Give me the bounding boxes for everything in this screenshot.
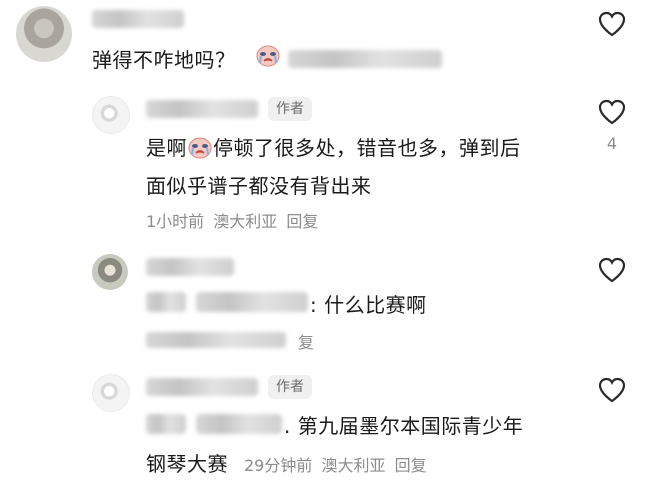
reply-button[interactable]: 复 (298, 329, 314, 353)
comment-text-prefix: 是啊 (146, 136, 187, 160)
reply-to-blurred (146, 414, 186, 434)
avatar[interactable] (16, 6, 72, 62)
comment-text-line1: . 第九届墨尔本国际青少年 (284, 414, 524, 438)
heart-outline-icon[interactable] (597, 376, 627, 404)
comment-text-line1: 是啊 停顿了很多处，错音也多，弹到后 (146, 132, 521, 161)
heart-outline-icon[interactable] (597, 98, 627, 126)
avatar[interactable] (92, 374, 130, 412)
location: 澳大利亚 (213, 212, 278, 231)
comment-text-line2: 钢琴大赛 (146, 452, 228, 476)
username-blurred[interactable] (146, 100, 258, 118)
comment-meta: 29分钟前 澳大利亚 回复 (244, 452, 427, 476)
comment-colon: : (310, 293, 325, 317)
comment-text: : 什么比赛啊 (310, 289, 427, 318)
crying-face-emoji-icon (256, 45, 280, 67)
comment-text-content: 什么比赛啊 (324, 293, 427, 317)
reply-to-blurred (146, 292, 186, 312)
username-blurred[interactable] (146, 378, 258, 396)
timestamp-location-blurred (288, 50, 442, 68)
comment-text-line2: 面似乎谱子都没有背出来 (146, 174, 372, 198)
avatar[interactable] (92, 254, 128, 290)
timestamp: 1小时前 (146, 212, 205, 231)
timestamp: 29分钟前 (244, 456, 313, 475)
location: 澳大利亚 (321, 456, 386, 475)
reply-target-name-blurred[interactable] (196, 292, 308, 312)
comment-text: 弹得不咋地吗？ (92, 44, 236, 73)
comment-text-rest: 停顿了很多处，错音也多，弹到后 (213, 136, 521, 160)
username-blurred[interactable] (146, 258, 234, 276)
like-count: 4 (606, 134, 618, 153)
author-badge: 作者 (268, 97, 312, 121)
comment-text-content: 弹得不咋地吗？ (92, 48, 236, 72)
timestamp-location-blurred (146, 332, 286, 348)
reply-button[interactable]: 回复 (395, 456, 427, 475)
username-blurred[interactable] (92, 10, 184, 28)
author-badge: 作者 (268, 375, 312, 399)
heart-outline-icon[interactable] (597, 256, 627, 284)
comment-meta: 1小时前 澳大利亚 回复 (146, 208, 318, 232)
heart-outline-icon[interactable] (597, 10, 627, 38)
reply-button[interactable]: 回复 (286, 212, 318, 231)
reply-target-name-blurred[interactable] (196, 414, 282, 434)
avatar[interactable] (92, 96, 130, 134)
crying-face-emoji-icon (188, 137, 212, 159)
